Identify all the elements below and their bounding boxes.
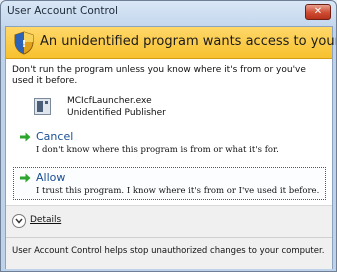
chevron-down-icon — [12, 214, 26, 228]
program-publisher: Unidentified Publisher — [67, 108, 166, 118]
program-name: MCIcfLauncher.exe — [67, 96, 152, 106]
program-icon — [34, 98, 51, 115]
close-icon: ✕ — [313, 6, 323, 17]
details-label: Details — [30, 215, 62, 225]
banner-heading: An unidentified program wants access to … — [40, 34, 336, 49]
cancel-option[interactable]: Cancel I don't know where this program i… — [14, 129, 326, 163]
window-title: User Account Control — [7, 5, 118, 17]
cancel-title: Cancel — [36, 130, 74, 143]
uac-info-text: User Account Control helps stop unauthor… — [12, 246, 325, 256]
uac-dialog: User Account Control ✕ ! An unidentified… — [0, 0, 337, 272]
cancel-description: I don't know where this program is from … — [36, 145, 279, 155]
warning-text: Don't run the program unless you know wh… — [12, 65, 306, 86]
arrow-right-icon — [20, 173, 31, 183]
allow-title: Allow — [36, 171, 66, 184]
dialog-body: ! An unidentified program wants access t… — [5, 26, 336, 269]
shield-icon: ! — [14, 31, 34, 55]
svg-text:!: ! — [22, 39, 27, 50]
arrow-right-icon — [20, 132, 31, 142]
close-button[interactable]: ✕ — [305, 4, 331, 20]
warning-banner: ! An unidentified program wants access t… — [6, 27, 336, 59]
title-bar: User Account Control ✕ — [1, 1, 336, 23]
divider — [6, 237, 332, 238]
dialog-footer: Details User Account Control helps stop … — [6, 205, 332, 269]
allow-option[interactable]: Allow I trust this program. I know where… — [13, 167, 326, 200]
allow-description: I trust this program. I know where it's … — [36, 186, 320, 196]
